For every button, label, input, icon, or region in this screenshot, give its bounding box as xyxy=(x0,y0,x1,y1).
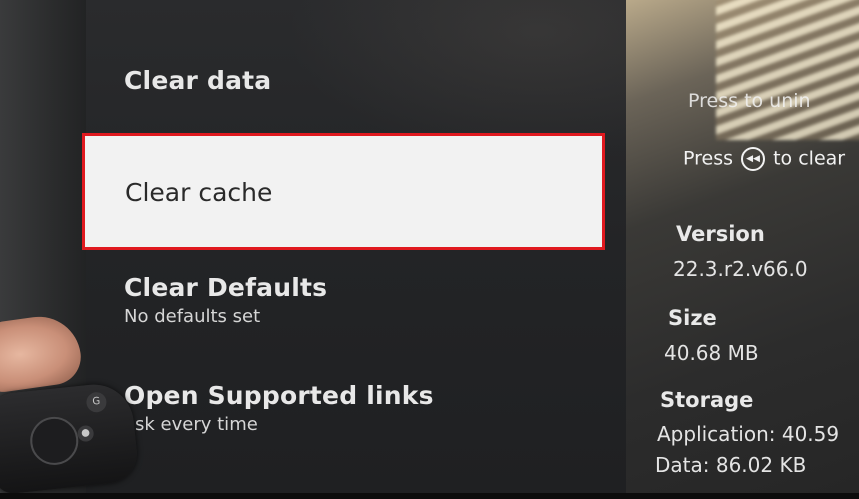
storage-application: Application: 40.59 xyxy=(657,422,840,446)
menu-item-sublabel: No defaults set xyxy=(124,306,261,327)
storage-heading: Storage xyxy=(660,388,754,412)
window-reflection xyxy=(716,0,859,140)
hint-press-text: Press xyxy=(688,90,739,112)
menu-item-label: Clear cache xyxy=(125,178,273,207)
tv-bezel-bottom xyxy=(0,493,859,499)
size-heading: Size xyxy=(668,306,717,330)
hint-action-text: to unin xyxy=(744,90,811,112)
rewind-icon: ◀◀ xyxy=(741,147,766,171)
uninstall-hint: Press to unin xyxy=(688,90,811,112)
menu-item-open-supported-links[interactable]: Open Supported links ask every time xyxy=(124,381,434,435)
menu-item-label: Open Supported links xyxy=(124,381,434,410)
clear-hint: Press ◀◀ to clear xyxy=(683,147,845,171)
app-info-panel xyxy=(626,0,859,493)
google-assistant-icon: G xyxy=(85,391,108,414)
version-value: 22.3.r2.v66.0 xyxy=(673,257,808,281)
remote-control: G ● xyxy=(0,380,140,496)
hint-press-text: Press xyxy=(683,147,734,170)
version-heading: Version xyxy=(676,222,765,246)
menu-item-clear-data[interactable]: Clear data xyxy=(124,66,271,95)
menu-item-sublabel: ask every time xyxy=(124,414,258,435)
menu-item-clear-defaults[interactable]: Clear Defaults No defaults set xyxy=(124,273,327,327)
menu-item-label: Clear Defaults xyxy=(124,273,328,302)
size-value: 40.68 MB xyxy=(664,341,759,365)
menu-item-clear-cache[interactable]: Clear cache xyxy=(82,133,605,250)
storage-data: Data: 86.02 KB xyxy=(655,453,807,477)
microphone-icon: ● xyxy=(76,424,95,443)
hint-action-text: to clear xyxy=(773,147,846,170)
menu-item-label: Clear data xyxy=(124,66,272,95)
dpad-icon xyxy=(27,414,81,468)
